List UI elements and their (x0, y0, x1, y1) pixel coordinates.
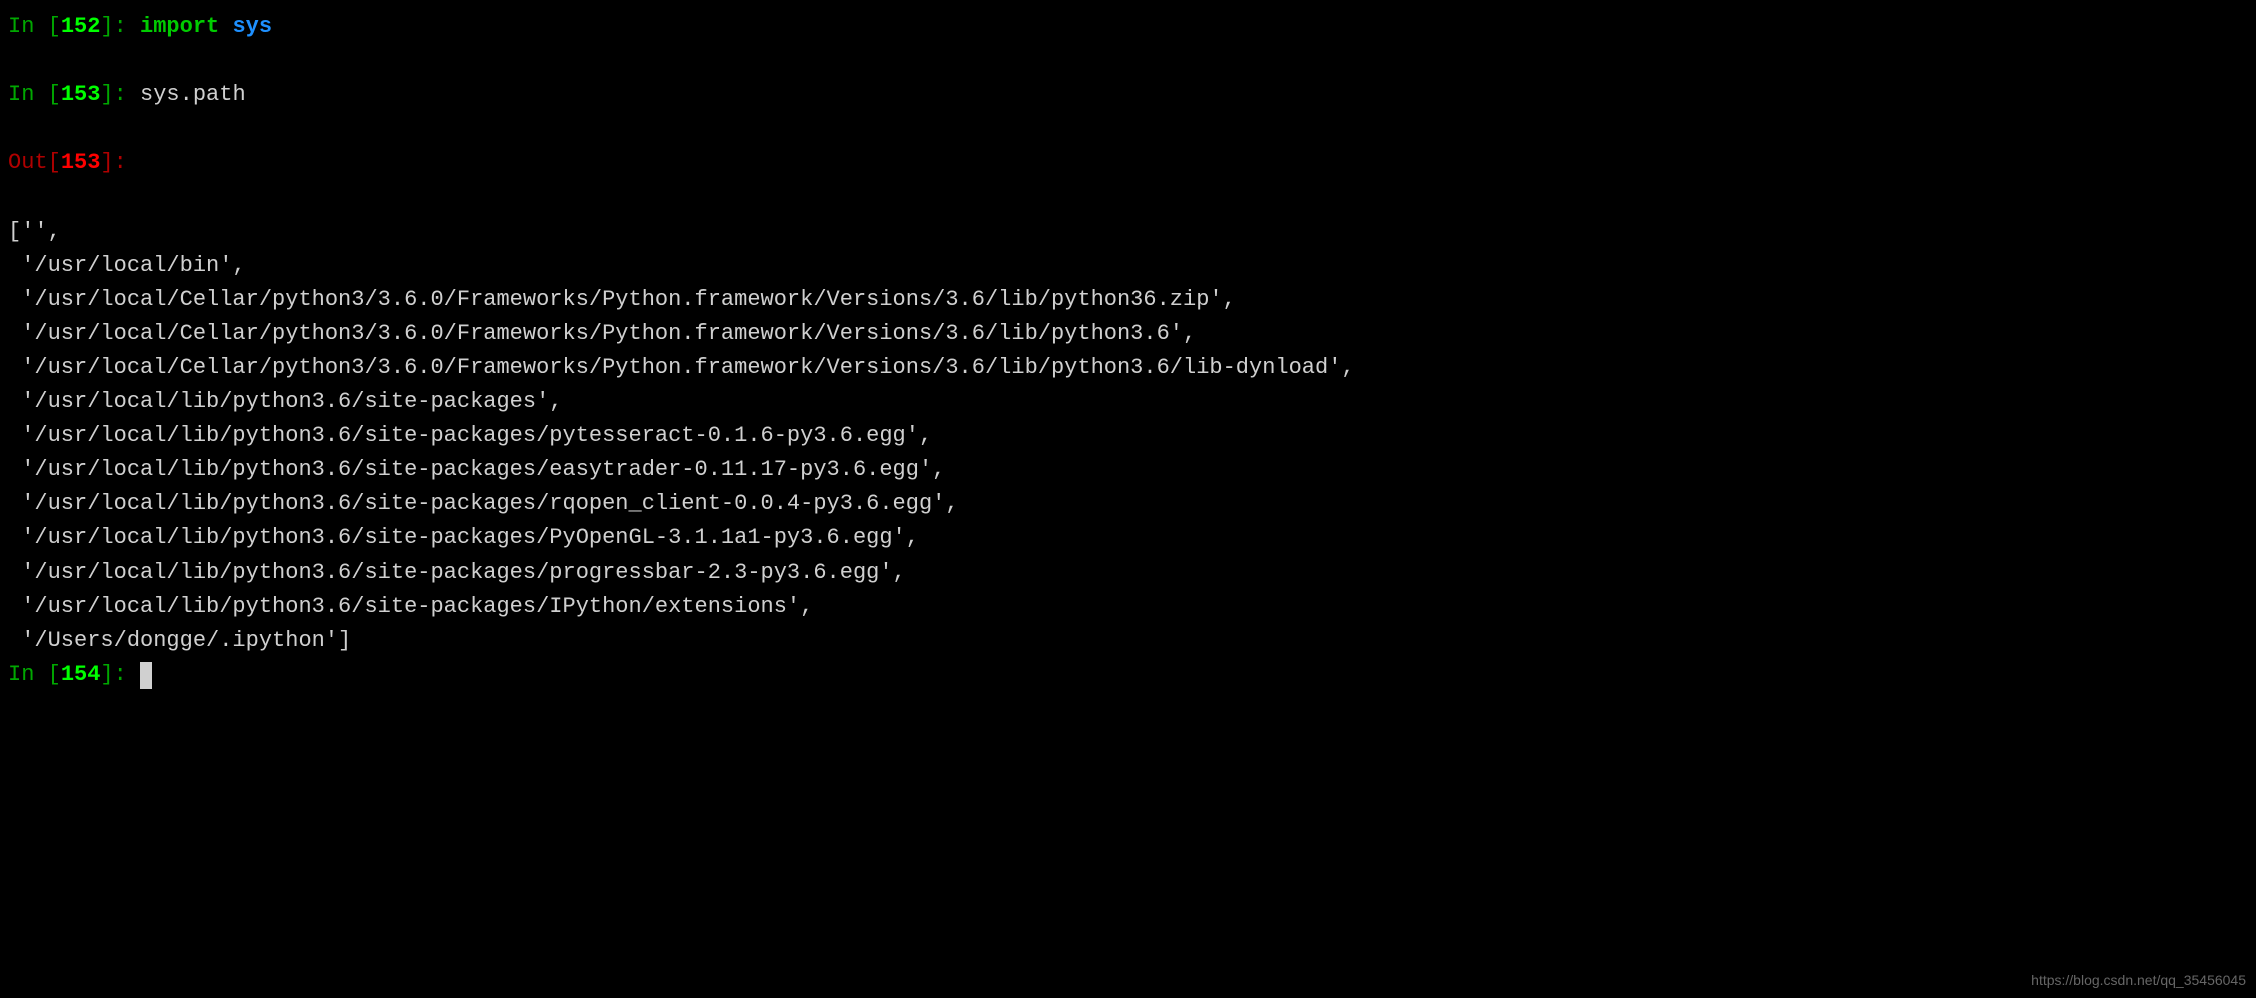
cursor-icon[interactable] (140, 662, 152, 688)
code-152: import sys (140, 14, 272, 39)
module-sys: sys (232, 14, 272, 39)
output-line: '/usr/local/lib/python3.6/site-packages/… (8, 594, 813, 619)
out-cell-153: Out[153]: (8, 146, 2248, 180)
cell-153: In [153]: sys.path (8, 78, 2248, 112)
output-line: '/usr/local/lib/python3.6/site-packages/… (8, 491, 959, 516)
output-line: '/usr/local/lib/python3.6/site-packages/… (8, 423, 932, 448)
output-line: '/usr/local/Cellar/python3/3.6.0/Framewo… (8, 321, 1196, 346)
watermark: https://blog.csdn.net/qq_35456045 (2031, 970, 2246, 992)
ipython-terminal[interactable]: In [152]: import sys In [153]: sys.path … (8, 10, 2248, 692)
in-prompt-154: In [154]: (8, 662, 140, 687)
output-line: ['', (8, 219, 61, 244)
output-line: '/usr/local/Cellar/python3/3.6.0/Framewo… (8, 355, 1355, 380)
output-line: '/usr/local/lib/python3.6/site-packages/… (8, 525, 919, 550)
out-prompt-153: Out[153]: (8, 150, 140, 175)
in-prompt-152: In [152]: (8, 14, 140, 39)
output-line: '/usr/local/lib/python3.6/site-packages/… (8, 560, 906, 585)
in-prompt-153: In [153]: (8, 82, 140, 107)
output-line: '/usr/local/lib/python3.6/site-packages'… (8, 389, 563, 414)
output-line: '/usr/local/bin', (8, 253, 246, 278)
cell-154: In [154]: (8, 658, 2248, 692)
output-line: '/Users/dongge/.ipython'] (8, 628, 351, 653)
output-line: '/usr/local/lib/python3.6/site-packages/… (8, 457, 945, 482)
output-line: '/usr/local/Cellar/python3/3.6.0/Framewo… (8, 287, 1236, 312)
cell-152: In [152]: import sys (8, 10, 2248, 44)
keyword-import: import (140, 14, 219, 39)
code-153: sys.path (140, 82, 246, 107)
